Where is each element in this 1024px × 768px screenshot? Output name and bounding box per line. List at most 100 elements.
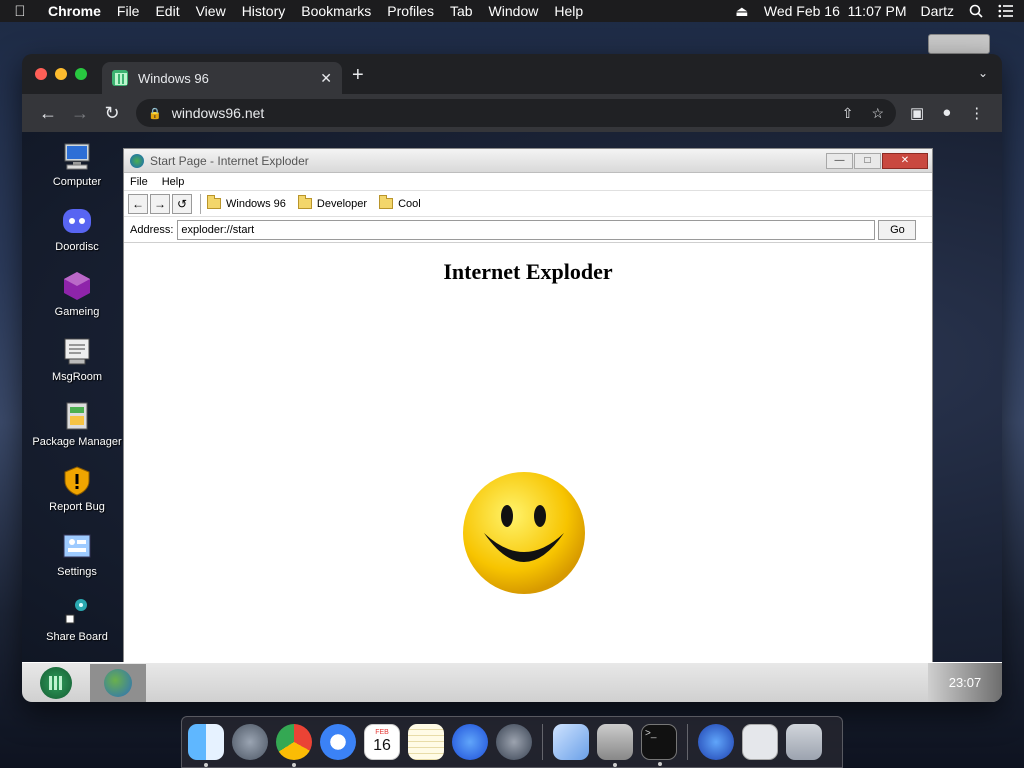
menu-window[interactable]: Window xyxy=(481,3,547,19)
favorite-developer[interactable]: Developer xyxy=(297,195,367,210)
chrome-icon[interactable] xyxy=(276,724,312,767)
ie-titlebar[interactable]: Start Page - Internet Exploder — □ ✕ xyxy=(124,149,932,173)
ie-back-button[interactable]: ← xyxy=(128,193,148,214)
notes-icon[interactable] xyxy=(408,724,444,760)
desktop-icon-label: Gameing xyxy=(54,306,100,318)
menubar-datetime[interactable]: Wed Feb 16 11:07 PM xyxy=(764,3,907,19)
folder-icon xyxy=(207,195,221,209)
warning-shield-icon xyxy=(64,466,90,496)
document-icon[interactable] xyxy=(742,724,778,760)
tab-search-chevron-icon[interactable]: ⌄ xyxy=(978,66,988,80)
desktop-icon-label: Package Manager xyxy=(32,436,122,448)
drive-desktop-icon[interactable] xyxy=(928,34,990,54)
browser-toolbar: ← → ↻ 🔒 windows96.net ⇧ ☆ ▣ ● ⋮ xyxy=(22,94,1002,132)
menu-help[interactable]: Help xyxy=(546,3,591,19)
desktop-icon-label: Report Bug xyxy=(49,501,105,513)
ie-refresh-button[interactable]: ↺ xyxy=(172,193,192,214)
menu-edit[interactable]: Edit xyxy=(147,3,187,19)
msgroom-icon xyxy=(64,338,90,365)
desktop-icon-label: Computer xyxy=(52,176,102,188)
desktop-icon-package-manager[interactable]: Package Manager xyxy=(32,400,122,465)
ie-forward-button[interactable]: → xyxy=(150,193,170,214)
menubar-user[interactable]: Dartz xyxy=(921,3,954,19)
lock-icon[interactable]: 🔒 xyxy=(148,107,162,120)
macos-menubar:  Chrome File Edit View History Bookmark… xyxy=(0,0,1024,22)
computer-icon xyxy=(64,143,90,170)
tab-strip: Windows 96 ✕ + ⌄ xyxy=(22,54,1002,94)
desktop-icon-label: Doordisc xyxy=(55,241,99,253)
ie-menu-help[interactable]: Help xyxy=(162,176,185,188)
ie-minimize-button[interactable]: — xyxy=(826,152,853,169)
favorite-cool[interactable]: Cool xyxy=(379,195,421,210)
menu-file[interactable]: File xyxy=(109,3,148,19)
app-store-icon[interactable] xyxy=(452,724,488,760)
desktop-icon-list: Computer Doordisc Gameing MsgRoom Packag… xyxy=(32,140,122,660)
desktop-icon-gameing[interactable]: Gameing xyxy=(32,270,122,335)
start-button[interactable] xyxy=(40,666,72,699)
ie-maximize-button[interactable]: □ xyxy=(854,152,881,169)
calendar-day: 16 xyxy=(373,737,391,754)
launchpad-icon[interactable] xyxy=(232,724,268,760)
dock-divider xyxy=(687,724,688,760)
terminal-icon[interactable]: >_ xyxy=(641,724,677,766)
desktop-icon-msgroom[interactable]: MsgRoom xyxy=(32,335,122,400)
running-indicator xyxy=(658,762,662,766)
reload-button[interactable]: ↻ xyxy=(96,103,128,124)
menu-view[interactable]: View xyxy=(188,3,234,19)
bookmark-star-icon[interactable]: ☆ xyxy=(871,105,884,122)
address-label: Address: xyxy=(130,223,174,236)
desktop-icon-computer[interactable]: Computer xyxy=(32,140,122,205)
favorite-windows96[interactable]: Windows 96 xyxy=(207,195,286,210)
more-menu-icon[interactable]: ⋮ xyxy=(969,104,984,122)
zoom-window-button[interactable] xyxy=(75,68,87,80)
new-tab-button[interactable]: + xyxy=(352,64,364,87)
apple-menu-icon[interactable]:  xyxy=(0,3,40,20)
taskbar-internet-exploder[interactable] xyxy=(90,663,146,702)
tab-title: Windows 96 xyxy=(138,70,209,86)
desktop-icon-doordisc[interactable]: Doordisc xyxy=(32,205,122,270)
desktop-icon-label: Share Board xyxy=(46,631,108,643)
favorite-label: Cool xyxy=(398,197,421,210)
folder-icon xyxy=(297,195,312,209)
close-window-button[interactable] xyxy=(35,68,47,80)
safari-icon[interactable] xyxy=(320,724,356,760)
url-text[interactable]: windows96.net xyxy=(172,105,265,121)
virtualbox-icon[interactable] xyxy=(553,724,589,760)
forward-button[interactable]: → xyxy=(64,103,96,124)
finder-icon[interactable] xyxy=(188,724,224,767)
windows96-favicon-icon xyxy=(112,70,128,86)
spotlight-search-icon[interactable] xyxy=(968,4,984,18)
ie-go-button[interactable]: Go xyxy=(878,219,917,240)
menu-bookmarks[interactable]: Bookmarks xyxy=(293,3,379,19)
package-manager-icon xyxy=(66,402,88,430)
trash-icon[interactable] xyxy=(786,724,822,760)
app-store-download-icon[interactable] xyxy=(698,724,734,760)
share-icon[interactable]: ⇧ xyxy=(842,105,854,122)
address-bar[interactable]: 🔒 windows96.net ⇧ ☆ xyxy=(136,99,896,127)
back-button[interactable]: ← xyxy=(32,103,64,124)
side-panel-icon[interactable]: ▣ xyxy=(910,104,924,122)
desktop-icon-settings[interactable]: Settings xyxy=(32,530,122,595)
menu-history[interactable]: History xyxy=(234,3,294,19)
close-tab-icon[interactable]: ✕ xyxy=(320,70,332,87)
ie-close-button[interactable]: ✕ xyxy=(882,152,928,169)
profile-icon[interactable]: ● xyxy=(942,104,951,122)
desktop-icon-report-bug[interactable]: Report Bug xyxy=(32,465,122,530)
smiley-face-icon xyxy=(463,472,585,594)
minimize-window-button[interactable] xyxy=(55,68,67,80)
control-center-icon[interactable] xyxy=(998,4,1014,18)
menu-tab[interactable]: Tab xyxy=(442,3,481,19)
disk-utility-icon[interactable] xyxy=(597,724,633,767)
desktop-icon-share-board[interactable]: Share Board xyxy=(32,595,122,660)
tab-windows96[interactable]: Windows 96 ✕ xyxy=(102,62,342,94)
app-menu[interactable]: Chrome xyxy=(40,3,109,19)
ie-menu-file[interactable]: File xyxy=(130,176,148,188)
taskbar-clock[interactable]: 23:07 xyxy=(928,662,1002,702)
calendar-icon[interactable]: FEB 16 xyxy=(364,724,400,760)
system-preferences-icon[interactable] xyxy=(496,724,532,760)
internet-exploder-icon xyxy=(130,153,144,168)
ie-address-input[interactable] xyxy=(177,219,876,240)
ie-menubar: File Help xyxy=(124,173,932,191)
eject-icon[interactable]: ⏏ xyxy=(734,3,750,19)
menu-profiles[interactable]: Profiles xyxy=(379,3,442,19)
